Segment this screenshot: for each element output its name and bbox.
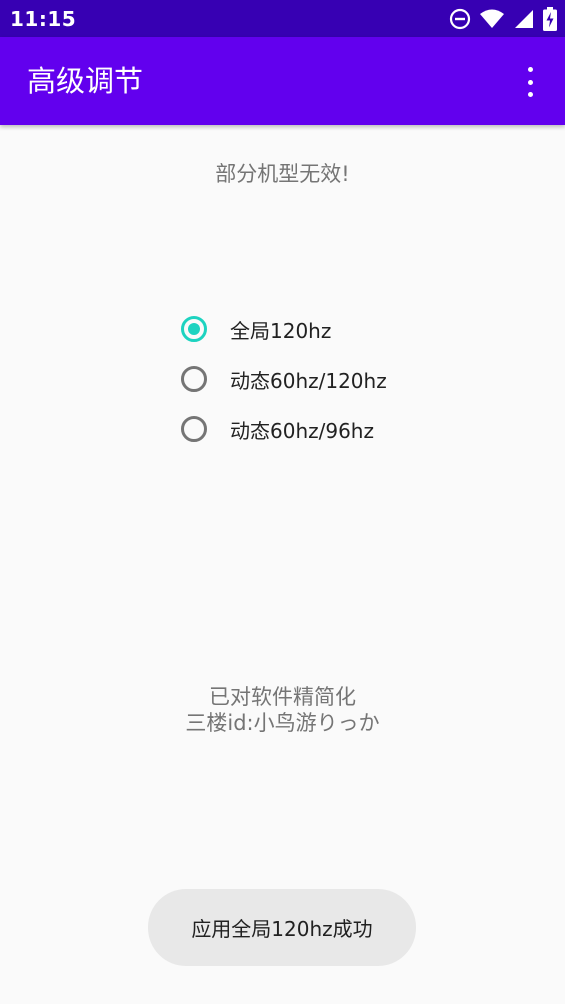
- radio-label: 全局120hz: [230, 318, 332, 343]
- radio-unchecked-icon[interactable]: [181, 366, 207, 392]
- refresh-rate-radio-group: 全局120hz 动态60hz/120hz 动态60hz/96hz: [181, 304, 387, 454]
- more-vert-icon: [527, 67, 533, 97]
- radio-option-global-120hz[interactable]: 全局120hz: [181, 304, 387, 354]
- battery-charging-icon: [543, 7, 557, 31]
- signal-icon: [513, 8, 535, 30]
- radio-option-dynamic-60-96hz[interactable]: 动态60hz/96hz: [181, 404, 387, 454]
- toast-message: 应用全局120hz成功: [148, 889, 416, 966]
- status-time: 11:15: [10, 7, 77, 31]
- credits-line-1: 已对软件精简化: [209, 685, 356, 709]
- status-icons: [449, 7, 557, 31]
- radio-option-dynamic-60-120hz[interactable]: 动态60hz/120hz: [181, 354, 387, 404]
- status-bar: 11:15: [0, 0, 565, 37]
- app-title: 高级调节: [27, 64, 144, 98]
- credits-line-2: 三楼id:小鸟游りっか: [185, 711, 380, 735]
- radio-unchecked-icon[interactable]: [181, 416, 207, 442]
- warning-text: 部分机型无效!: [215, 162, 350, 186]
- more-options-button[interactable]: [517, 67, 543, 97]
- radio-checked-icon[interactable]: [181, 316, 207, 342]
- credits-text: 已对软件精简化 三楼id:小鸟游りっか: [0, 684, 565, 736]
- radio-label: 动态60hz/120hz: [230, 368, 387, 393]
- app-bar: 高级调节: [0, 37, 565, 125]
- wifi-icon: [479, 8, 505, 30]
- do-not-disturb-icon: [449, 8, 471, 30]
- radio-label: 动态60hz/96hz: [230, 418, 374, 443]
